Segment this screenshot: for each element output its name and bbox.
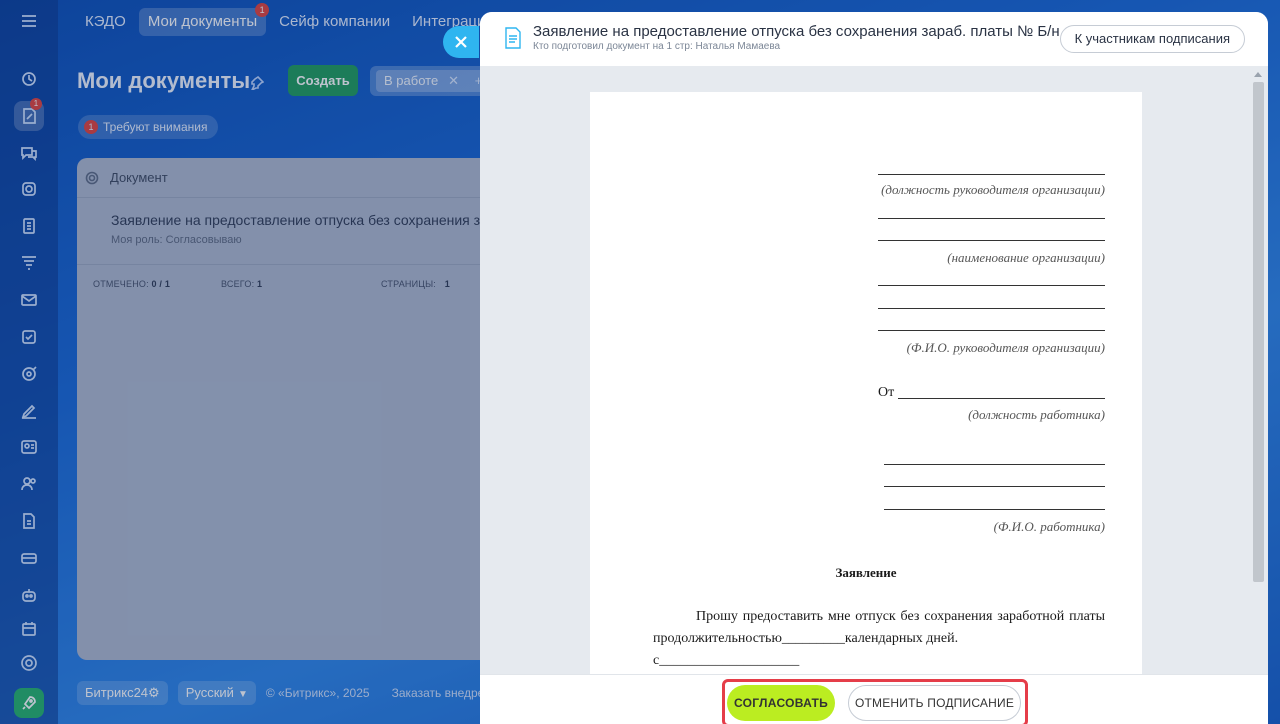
close-panel-button[interactable] (443, 26, 479, 58)
blank-line (878, 330, 1105, 331)
caption-head-name: (Ф.И.О. руководителя организации) (906, 340, 1105, 355)
blank-line (878, 285, 1105, 286)
approve-button[interactable]: СОГЛАСОВАТЬ (727, 685, 835, 721)
from-label: От (878, 385, 895, 400)
cancel-signing-button[interactable]: ОТМЕНИТЬ ПОДПИСАНИЕ (848, 685, 1021, 721)
blank-line (878, 174, 1105, 175)
document-body: Прошу предоставить мне отпуск без сохран… (653, 609, 1105, 646)
panel-title: Заявление на предоставление отпуска без … (533, 23, 1060, 40)
document-heading: Заявление (835, 565, 897, 580)
blank-line (878, 308, 1105, 309)
blank-line (898, 398, 1105, 399)
panel-header: Заявление на предоставление отпуска без … (480, 12, 1268, 66)
caption-employee-position: (должность работника) (968, 407, 1105, 422)
blank-line (884, 464, 1105, 465)
scrollbar[interactable] (1253, 82, 1264, 582)
caption-head-position: (должность руководителя организации) (881, 182, 1105, 197)
caption-employee-name: (Ф.И.О. работника) (993, 519, 1105, 534)
document-page: (должность руководителя организации) (на… (590, 92, 1142, 712)
panel-subtitle: Кто подготовил документ на 1 стр: Наталь… (533, 41, 781, 52)
blank-line (878, 240, 1105, 241)
blank-line (884, 509, 1105, 510)
caption-org-name: (наименование организации) (947, 250, 1105, 265)
blank-line (878, 218, 1105, 219)
close-icon (455, 36, 467, 48)
document-from-date: с____________________ (653, 653, 800, 668)
participants-button[interactable]: К участникам подписания (1059, 25, 1245, 53)
document-icon (504, 27, 522, 49)
scroll-up-arrow[interactable] (1254, 72, 1262, 77)
document-panel: Заявление на предоставление отпуска без … (480, 12, 1268, 724)
blank-line (884, 486, 1105, 487)
panel-footer: СОГЛАСОВАТЬ ОТМЕНИТЬ ПОДПИСАНИЕ (480, 674, 1268, 724)
